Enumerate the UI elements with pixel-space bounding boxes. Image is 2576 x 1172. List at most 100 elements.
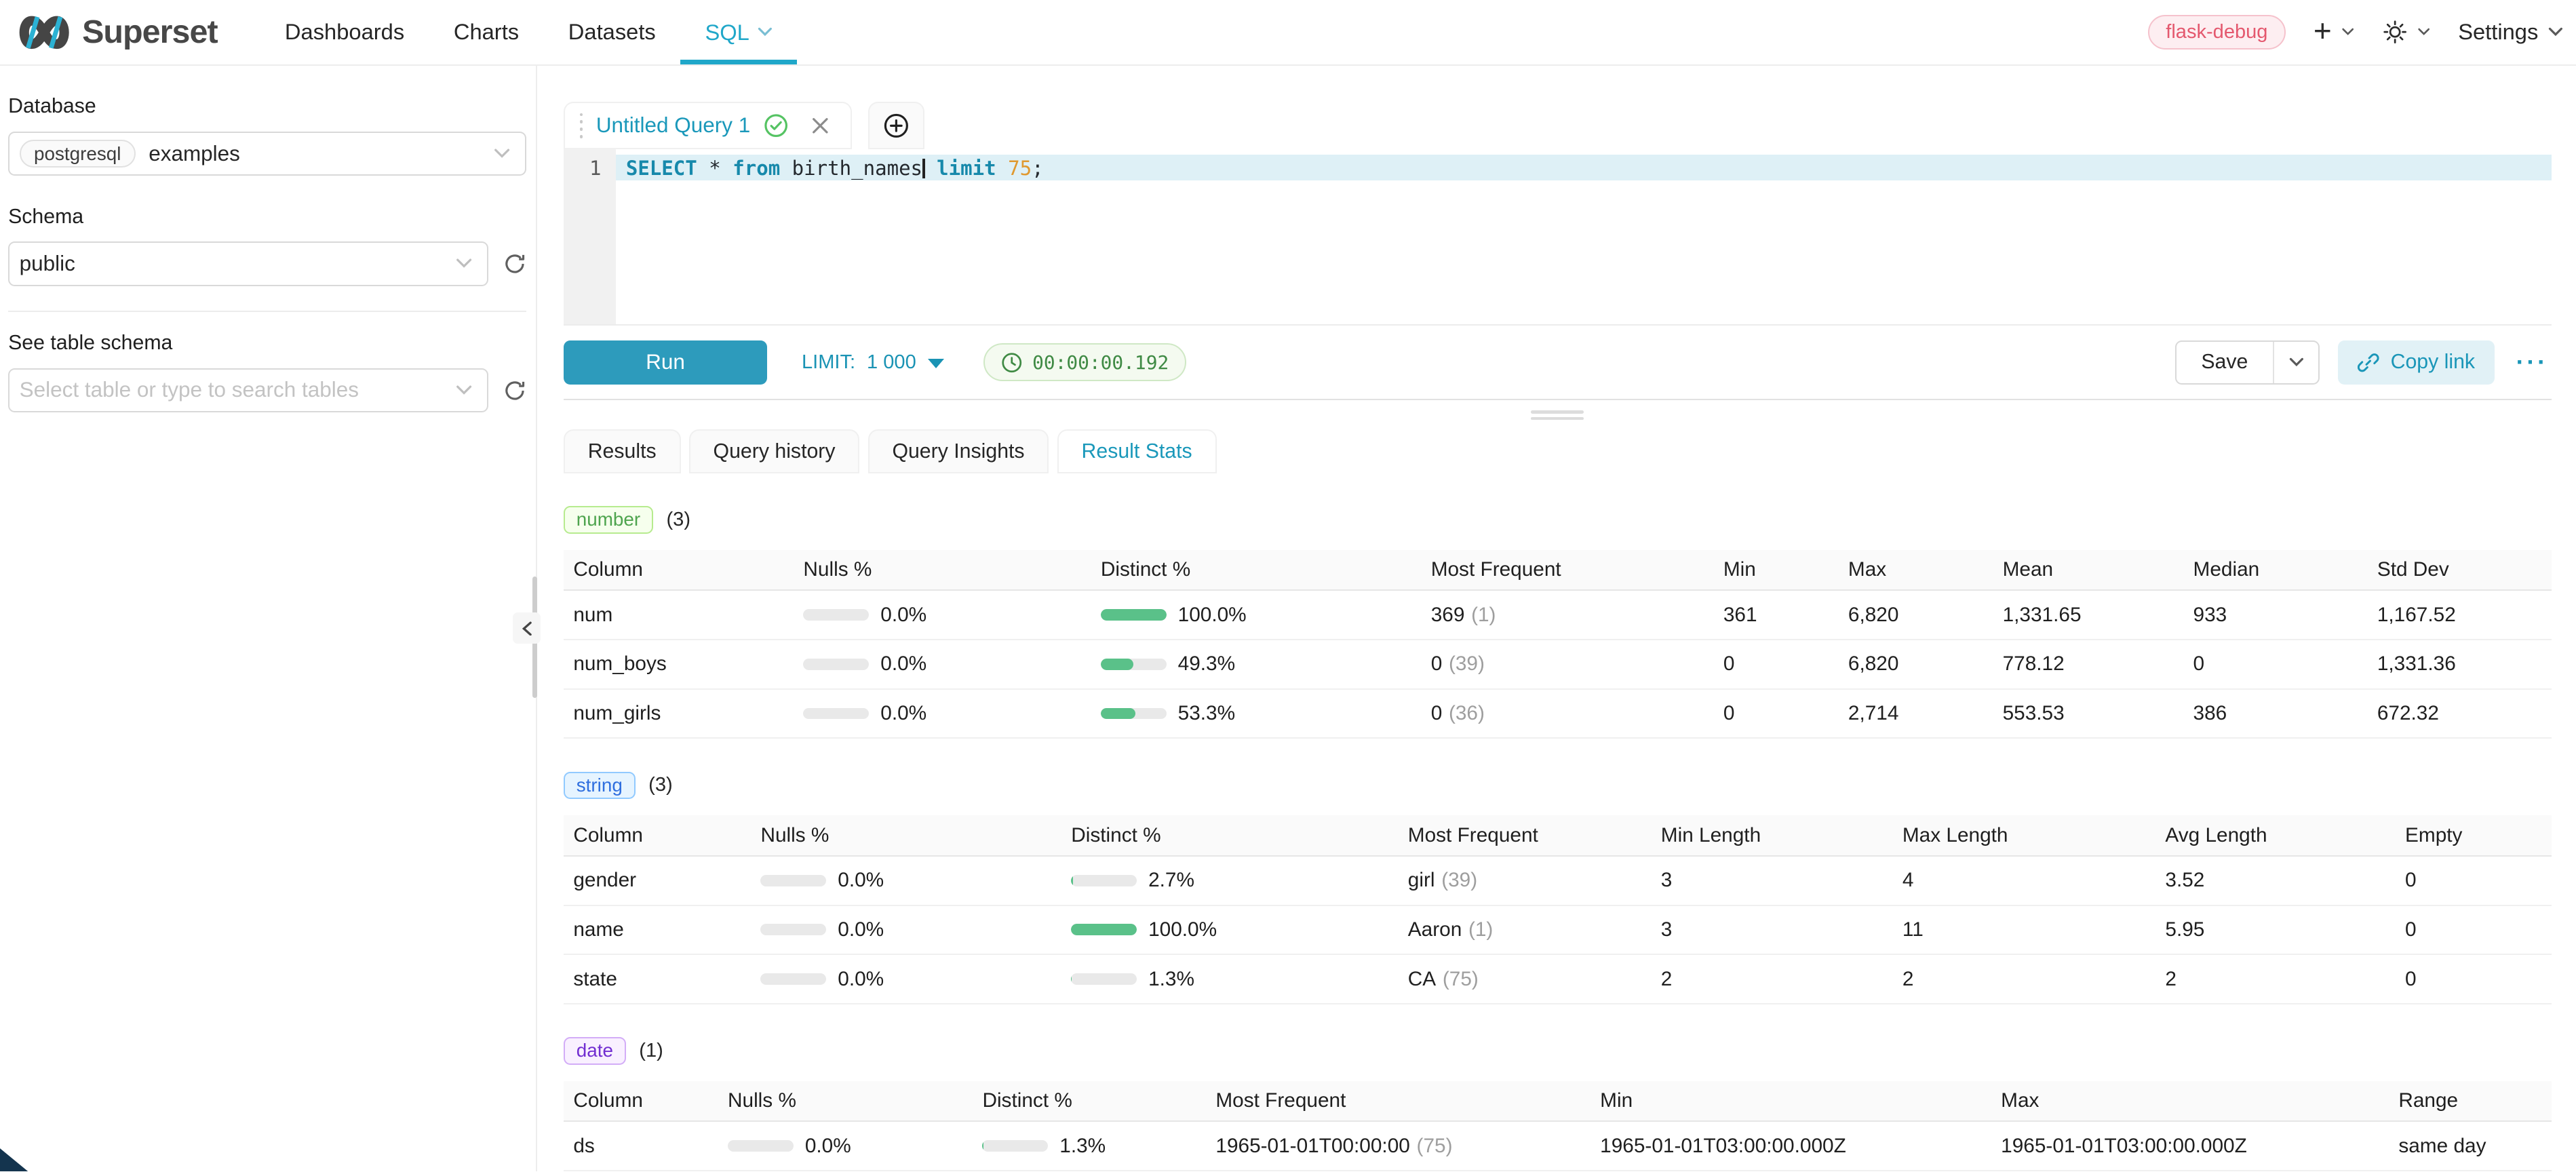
- percent-bar-fill: [1101, 659, 1133, 670]
- column-header: Nulls %: [718, 1081, 972, 1122]
- settings-menu[interactable]: Settings: [2458, 19, 2562, 45]
- stat-value-cell: 11: [1892, 906, 2155, 956]
- sql-code-editor[interactable]: 1 SELECT * from birth_names limit 75;: [564, 149, 2552, 324]
- new-item-menu[interactable]: +: [2314, 18, 2355, 46]
- stat-value-cell: 6,820: [1838, 591, 1993, 640]
- more-actions-button[interactable]: ···: [2513, 348, 2552, 376]
- stats-sections: number(3)ColumnNulls %Distinct %Most Fre…: [564, 473, 2552, 1171]
- chevron-down-icon: [2417, 28, 2430, 36]
- pane-resize-handle[interactable]: [564, 400, 2552, 429]
- percent-value: 1.3%: [1059, 1135, 1106, 1158]
- percent-bar-fill: [1071, 973, 1072, 985]
- stat-value-cell: 1965-01-01T03:00:00.000Z: [1591, 1122, 1991, 1171]
- stat-value-cell: 386: [2183, 690, 2367, 739]
- chevron-down-icon: [2548, 27, 2563, 37]
- sql-token: [996, 157, 1009, 180]
- query-tab[interactable]: Untitled Query 1: [564, 102, 852, 149]
- stat-value-cell: 3.52: [2155, 857, 2396, 906]
- collapse-sidebar-button[interactable]: [513, 612, 541, 644]
- limit-label: LIMIT:: [802, 351, 855, 374]
- close-icon[interactable]: [811, 117, 830, 135]
- sql-token: ;: [1032, 157, 1044, 180]
- tab-result-stats[interactable]: Result Stats: [1057, 429, 1217, 473]
- table-select-placeholder: Select table or type to search tables: [20, 378, 359, 402]
- tab-query-history[interactable]: Query history: [689, 429, 860, 473]
- column-header: Most Frequent: [1206, 1081, 1591, 1122]
- schema-select[interactable]: public: [8, 241, 488, 286]
- save-button[interactable]: Save: [2177, 342, 2273, 383]
- distinct-cell: 1.3%: [1061, 955, 1399, 1004]
- column-header: Most Frequent: [1398, 815, 1651, 857]
- percent-bar: [1101, 659, 1167, 670]
- nulls-cell: 0.0%: [794, 640, 1091, 690]
- column-count: (3): [648, 774, 673, 796]
- percent-bar-fill: [1101, 708, 1136, 720]
- superset-logo[interactable]: Superset: [16, 0, 217, 64]
- database-select[interactable]: postgresql examples: [8, 132, 526, 176]
- line-number: 1: [589, 157, 602, 180]
- column-header: Column: [564, 815, 751, 857]
- copy-link-button[interactable]: Copy link: [2338, 340, 2495, 385]
- nav-item-dashboards[interactable]: Dashboards: [260, 0, 429, 64]
- nav-item-charts[interactable]: Charts: [429, 0, 544, 64]
- stat-value-cell: 4: [1892, 857, 2155, 906]
- stat-value-cell: 1965-01-01T03:00:00.000Z: [1991, 1122, 2389, 1171]
- column-name-cell: state: [564, 955, 751, 1004]
- drag-handle-icon[interactable]: [580, 113, 583, 139]
- column-header: Nulls %: [794, 550, 1091, 591]
- save-split-button: Save: [2175, 340, 2320, 385]
- refresh-icon[interactable]: [503, 252, 526, 275]
- stat-value-cell: 0: [1713, 640, 1838, 690]
- percent-bar-fill: [1101, 609, 1167, 621]
- infinity-logo-icon: [16, 14, 72, 52]
- chevron-down-icon: [456, 258, 472, 269]
- sql-token: 75: [1008, 157, 1032, 180]
- table-select[interactable]: Select table or type to search tables: [8, 368, 488, 412]
- most-frequent-cell: 1965-01-01T00:00:00(75): [1206, 1122, 1591, 1171]
- most-frequent-count: (1): [1471, 604, 1496, 627]
- column-header: Min: [1713, 550, 1838, 591]
- stat-value-cell: 0: [2396, 906, 2552, 956]
- add-query-tab-button[interactable]: [868, 102, 924, 149]
- type-tag: date: [564, 1037, 626, 1064]
- column-header: Min Length: [1651, 815, 1892, 857]
- editor-toolbar: Run LIMIT: 1 000 00:00:00.192 Save: [564, 324, 2552, 400]
- stat-value-cell: 1,331.36: [2367, 640, 2551, 690]
- column-header: Empty: [2396, 815, 2552, 857]
- stat-value-cell: 0: [2396, 857, 2552, 906]
- database-label: Database: [8, 95, 526, 118]
- column-name-cell: num_boys: [564, 640, 794, 690]
- run-button[interactable]: Run: [564, 340, 767, 385]
- editor-code-area[interactable]: SELECT * from birth_names limit 75;: [616, 149, 2551, 324]
- nav-item-datasets[interactable]: Datasets: [543, 0, 680, 64]
- theme-menu[interactable]: [2383, 20, 2430, 44]
- distinct-cell: 49.3%: [1091, 640, 1421, 690]
- stat-value-cell: 3: [1651, 906, 1892, 956]
- stats-table: ColumnNulls %Distinct %Most FrequentMinM…: [564, 1081, 2552, 1171]
- percent-bar: [1101, 708, 1167, 720]
- sql-token: limit: [937, 157, 996, 180]
- limit-dropdown[interactable]: LIMIT: 1 000: [802, 351, 944, 374]
- column-header: Range: [2389, 1081, 2552, 1122]
- stat-value-cell: 2: [2155, 955, 2396, 1004]
- tab-results[interactable]: Results: [564, 429, 681, 473]
- save-options-button[interactable]: [2273, 342, 2319, 383]
- chevron-down-icon: [2341, 28, 2354, 36]
- tab-query-insights[interactable]: Query Insights: [868, 429, 1049, 473]
- nav-item-sql[interactable]: SQL: [680, 0, 797, 64]
- column-header: Max Length: [1892, 815, 2155, 857]
- percent-bar: [1071, 924, 1137, 935]
- stat-value-cell: 0: [2183, 640, 2367, 690]
- sql-line: SELECT * from birth_names limit 75;: [616, 156, 2551, 180]
- nav-right: flask-debug + Settings: [2148, 0, 2563, 64]
- top-nav: Superset Dashboards Charts Datasets SQL …: [0, 0, 2576, 66]
- settings-label: Settings: [2458, 19, 2538, 45]
- refresh-icon[interactable]: [503, 379, 526, 402]
- most-frequent-cell: 0(36): [1421, 690, 1713, 739]
- column-header: Distinct %: [973, 1081, 1206, 1122]
- sql-token: birth_names: [780, 157, 922, 180]
- chevron-down-icon: [494, 148, 510, 159]
- database-select-value: examples: [149, 142, 240, 166]
- percent-bar: [803, 609, 869, 621]
- query-tab-bar: Untitled Query 1: [564, 102, 2552, 149]
